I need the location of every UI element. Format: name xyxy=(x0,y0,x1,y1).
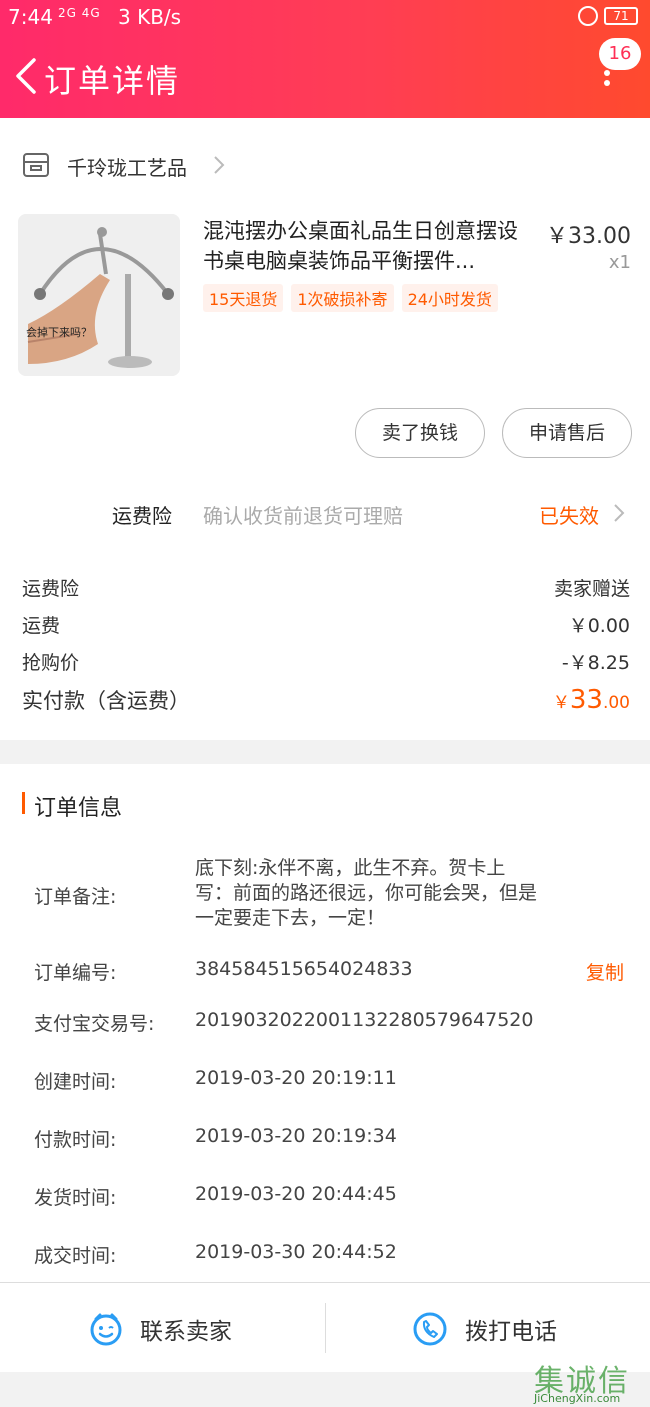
total-row: 实付款（含运费） ￥33.00 xyxy=(22,685,630,715)
tag-return: 15天退货 xyxy=(203,284,284,312)
cost-value: ￥0.00 xyxy=(568,615,630,637)
alipay-value: 2019032022001132280579647520 xyxy=(195,1009,534,1031)
product-price: ￥33.00 xyxy=(546,224,631,249)
order-number-value: 384584515654024833 xyxy=(195,958,413,980)
closed-value: 2019-03-30 20:44:52 xyxy=(195,1241,397,1263)
status-time: 7:44 xyxy=(8,5,53,29)
paid-label: 付款时间: xyxy=(34,1129,117,1151)
chevron-right-icon[interactable] xyxy=(212,154,226,176)
order-info-section: 订单信息 订单备注: 底下刻:永伴不离，此生不弃。贺卡上写：前面的路还很远，你可… xyxy=(0,764,650,1282)
product-image-caption: 会掉下来吗？ xyxy=(26,326,92,339)
watermark-logo: 集诚信 JiChengXin.com xyxy=(534,1364,630,1405)
note-label: 订单备注: xyxy=(34,886,117,908)
total-label: 实付款（含运费） xyxy=(22,689,190,713)
copy-button[interactable]: 复制 xyxy=(586,958,624,985)
cost-value: 卖家赠送 xyxy=(553,578,630,600)
cost-label: 抢购价 xyxy=(22,652,80,674)
signal-icon: 2G 4G xyxy=(58,6,101,20)
section-title: 订单信息 xyxy=(34,796,123,821)
tag-damage: 1次破损补寄 xyxy=(291,284,394,312)
insurance-description: 确认收货前退货可理赔 xyxy=(203,504,403,528)
status-bar: 7:44 2G 4G 3 KB/s 71 xyxy=(0,0,650,34)
order-card: 千玲珑工艺品 会掉下来吗？ 混沌摆办公桌面礼品生日创意摆设书桌电脑桌装饰品平衡摆… xyxy=(0,118,650,740)
call-label: 拨打电话 xyxy=(465,1319,557,1345)
back-icon xyxy=(16,58,36,94)
cost-insurance-row: 运费险 卖家赠送 xyxy=(22,574,630,601)
shop-name[interactable]: 千玲珑工艺品 xyxy=(67,152,187,181)
note-value: 底下刻:永伴不离，此生不弃。贺卡上写：前面的路还很远，你可能会哭，但是一定要走下… xyxy=(195,857,538,929)
footer-divider xyxy=(325,1303,326,1353)
back-button[interactable] xyxy=(10,56,46,96)
chevron-right-icon[interactable] xyxy=(612,502,626,524)
sell-button[interactable]: 卖了换钱 xyxy=(355,408,485,458)
shop-icon xyxy=(23,153,49,177)
created-value: 2019-03-20 20:19:11 xyxy=(195,1067,397,1089)
after-sale-button[interactable]: 申请售后 xyxy=(502,408,632,458)
insurance-label: 运费险 xyxy=(112,504,172,528)
more-icon[interactable] xyxy=(600,70,614,96)
insurance-status[interactable]: 已失效 xyxy=(539,500,599,529)
alipay-label: 支付宝交易号: xyxy=(34,1013,155,1035)
message-count-badge[interactable]: 16 xyxy=(599,38,641,70)
closed-label: 成交时间: xyxy=(34,1245,117,1267)
network-speed: 3 KB/s xyxy=(118,5,182,29)
call-button[interactable]: 拨打电话 xyxy=(413,1309,557,1349)
tag-shipping: 24小时发货 xyxy=(401,284,498,312)
section-accent-bar xyxy=(22,792,25,814)
page-title: 订单详情 xyxy=(44,62,181,100)
paid-value: 2019-03-20 20:19:34 xyxy=(195,1125,397,1147)
cost-discount-row: 抢购价 -￥8.25 xyxy=(22,648,630,675)
cost-label: 运费险 xyxy=(22,578,80,600)
phone-icon xyxy=(413,1312,447,1346)
contact-seller-label: 联系卖家 xyxy=(140,1319,232,1345)
header: 7:44 2G 4G 3 KB/s 71 订单详情 16 xyxy=(0,0,650,118)
contact-seller-button[interactable]: 联系卖家 xyxy=(88,1309,232,1349)
product-title[interactable]: 混沌摆办公桌面礼品生日创意摆设书桌电脑桌装饰品平衡摆件... xyxy=(203,216,533,276)
service-tags: 15天退货 1次破损补寄 24小时发货 xyxy=(203,284,498,312)
cost-label: 运费 xyxy=(22,615,61,637)
battery-icon: 71 xyxy=(604,7,638,25)
cost-value: -￥8.25 xyxy=(561,652,630,674)
total-amount: ￥33.00 xyxy=(552,685,630,715)
order-number-label: 订单编号: xyxy=(34,962,117,984)
shipped-label: 发货时间: xyxy=(34,1187,117,1209)
product-image[interactable]: 会掉下来吗？ xyxy=(18,214,180,376)
shipped-value: 2019-03-20 20:44:45 xyxy=(195,1183,397,1205)
created-label: 创建时间: xyxy=(34,1071,117,1093)
contact-seller-icon xyxy=(90,1313,122,1346)
cost-shipping-row: 运费 ￥0.00 xyxy=(22,611,630,638)
lock-icon xyxy=(578,6,598,26)
product-quantity: x1 xyxy=(608,252,631,273)
